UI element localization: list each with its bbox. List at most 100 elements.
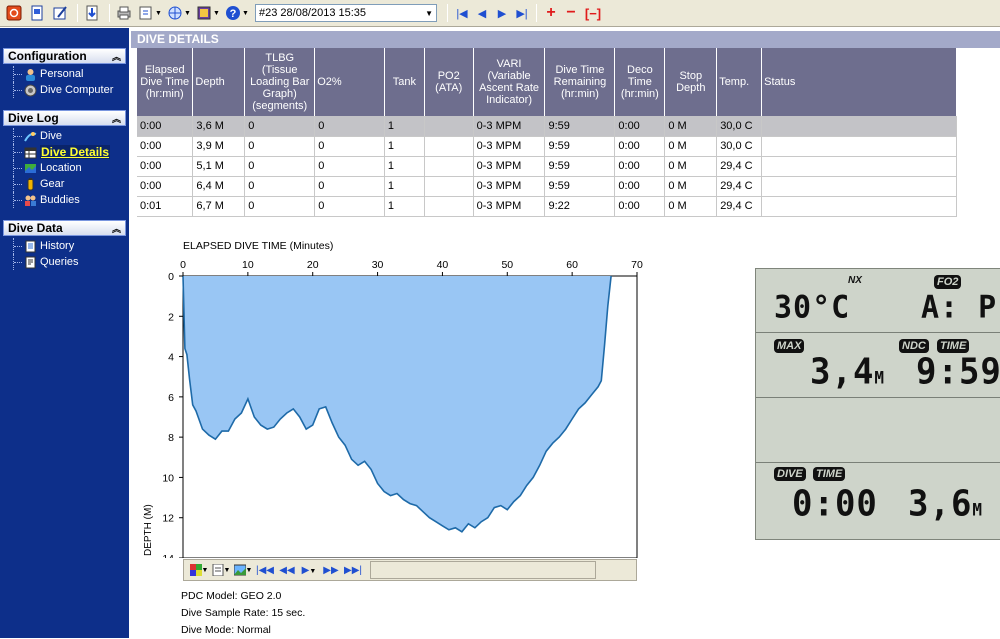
settings-icon[interactable]: ▼ xyxy=(195,3,221,23)
queries-icon xyxy=(23,256,37,269)
column-header-time-remaining[interactable]: Dive Time Remaining (hr:min) xyxy=(544,48,616,116)
y-tick-label: 12 xyxy=(162,513,174,525)
table-cell: 9:22 xyxy=(544,196,616,217)
table-cell xyxy=(761,156,957,177)
table-row[interactable]: 0:00 3,6 M 0 0 1 0-3 MPM 9:59 0:00 0 M 30,0 C xyxy=(137,116,957,137)
collapse-chevron-icon[interactable]: ︽ xyxy=(112,222,121,235)
gear-icon xyxy=(23,177,37,191)
table-row[interactable]: 0:00 5,1 M 0 0 1 0-3 MPM 9:59 0:00 0 M 29,4 C xyxy=(137,156,957,177)
dive-log-title: Dive Log xyxy=(8,111,59,125)
lcd-fo2-value: A: P xyxy=(921,289,998,326)
table-cell xyxy=(424,116,474,137)
x-tick-label: 60 xyxy=(566,259,578,271)
sidebar-item-personal[interactable]: Personal xyxy=(13,66,126,82)
dive-details-table: Elapsed Dive Time (hr:min) Depth TLBG (T… xyxy=(137,48,957,217)
help-icon[interactable]: ? ▼ xyxy=(224,3,250,23)
table-cell: 6,7 M xyxy=(192,196,246,217)
chart-export-icon[interactable]: ▼ xyxy=(210,561,232,579)
column-header-tlbg[interactable]: TLBG (Tissue Loading Bar Graph) (segment… xyxy=(244,48,316,116)
x-tick-label: 10 xyxy=(242,259,254,271)
table-cell: 0:00 xyxy=(614,196,666,217)
table-cell: 0 xyxy=(244,136,316,157)
new-icon[interactable] xyxy=(27,3,47,23)
chart-rewind-icon[interactable]: ◀◀ xyxy=(276,565,298,576)
column-header-temp[interactable]: Temp. xyxy=(716,48,763,116)
page-title: DIVE DETAILS xyxy=(131,31,1000,48)
sidebar-item-dive-details[interactable]: Dive Details xyxy=(13,144,126,160)
y-tick-label: 2 xyxy=(168,311,174,323)
dive-log-panel-header[interactable]: Dive Log ︽ xyxy=(3,110,126,126)
delete-record-button[interactable]: [−] xyxy=(581,6,605,21)
sidebar-item-gear[interactable]: Gear xyxy=(13,176,126,192)
column-header-stop-depth[interactable]: Stop Depth xyxy=(664,48,718,116)
next-record-icon[interactable]: ▶ xyxy=(492,7,512,20)
table-row[interactable]: 0:00 3,9 M 0 0 1 0-3 MPM 9:59 0:00 0 M 30,0 C xyxy=(137,136,957,157)
table-cell xyxy=(761,116,957,137)
chart-last-icon[interactable]: ▶▶| xyxy=(342,565,364,576)
table-row[interactable]: 0:00 6,4 M 0 0 1 0-3 MPM 9:59 0:00 0 M 29,4 C xyxy=(137,176,957,197)
edit-icon[interactable] xyxy=(50,3,70,23)
column-header-elapsed-time[interactable]: Elapsed Dive Time (hr:min) xyxy=(137,48,194,116)
dive-data-panel: Dive Data ︽ History Queries xyxy=(3,220,126,275)
column-header-status[interactable]: Status xyxy=(761,48,957,116)
sidebar-item-buddies[interactable]: Buddies xyxy=(13,192,126,208)
collapse-chevron-icon[interactable]: ︽ xyxy=(112,50,121,63)
table-cell: 29,4 C xyxy=(716,156,763,177)
column-header-vari[interactable]: VARI (Variable Ascent Rate Indicator) xyxy=(473,48,546,116)
first-record-icon[interactable]: |◀ xyxy=(452,7,472,20)
column-header-deco-time[interactable]: Deco Time (hr:min) xyxy=(614,48,666,116)
sidebar-item-label: Dive Computer xyxy=(40,84,114,96)
table-cell: 1 xyxy=(384,176,425,197)
lcd-max-depth-unit: M xyxy=(874,367,886,388)
lcd-divider xyxy=(756,397,1000,398)
dive-log-panel: Dive Log ︽ Dive Dive Details Location Ge… xyxy=(3,110,126,213)
previous-record-icon[interactable]: ◀ xyxy=(472,7,492,20)
sidebar-item-queries[interactable]: Queries xyxy=(13,254,126,270)
remove-record-button[interactable]: − xyxy=(561,4,581,22)
collapse-chevron-icon[interactable]: ︽ xyxy=(112,112,121,125)
dive-data-panel-header[interactable]: Dive Data ︽ xyxy=(3,220,126,236)
table-cell: 0 M xyxy=(664,176,718,197)
column-header-depth[interactable]: Depth xyxy=(192,48,246,116)
chart-play-icon[interactable]: ▶▼ xyxy=(298,565,320,576)
table-cell xyxy=(761,136,957,157)
lcd-temperature: 30°C xyxy=(774,289,851,326)
add-record-button[interactable]: + xyxy=(541,4,561,22)
sidebar-item-label: Gear xyxy=(40,178,65,190)
dive-mode-text: Dive Mode: Normal xyxy=(181,624,271,636)
lcd-divider xyxy=(756,332,1000,333)
column-header-o2[interactable]: O2% xyxy=(314,48,385,116)
download-icon[interactable] xyxy=(82,3,102,23)
table-cell: 0-3 MPM xyxy=(473,136,546,157)
dive-info: PDC Model: GEO 2.0 Dive Sample Rate: 15 … xyxy=(181,588,305,639)
table-cell: 0:00 xyxy=(614,176,666,197)
configuration-panel: Configuration ︽ Personal Dive Computer xyxy=(3,48,126,103)
table-cell: 0 M xyxy=(664,116,718,137)
configuration-panel-header[interactable]: Configuration ︽ xyxy=(3,48,126,64)
print-icon[interactable] xyxy=(114,3,134,23)
web-icon[interactable]: ▼ xyxy=(166,3,192,23)
table-cell: 9:59 xyxy=(544,176,616,197)
y-tick-label: 14 xyxy=(162,553,174,558)
table-cell: 5,1 M xyxy=(192,156,246,177)
details-table-icon xyxy=(23,146,37,159)
sidebar-item-history[interactable]: History xyxy=(13,238,126,254)
sidebar-item-dive[interactable]: Dive xyxy=(13,128,126,144)
chart-first-icon[interactable]: |◀◀ xyxy=(254,565,276,576)
table-row[interactable]: 0:01 6,7 M 0 0 1 0-3 MPM 9:22 0:00 0 M 29,4 C xyxy=(137,196,957,217)
dive-selector[interactable]: #23 28/08/2013 15:35 ▼ xyxy=(255,4,437,22)
chart-color-icon[interactable]: ▼ xyxy=(188,561,210,579)
dive-computer-icon xyxy=(23,84,37,97)
chart-image-icon[interactable]: ▼ xyxy=(232,561,254,579)
chart-forward-icon[interactable]: ▶▶ xyxy=(320,565,342,576)
sidebar-item-location[interactable]: Location xyxy=(13,160,126,176)
table-cell: 0 M xyxy=(664,156,718,177)
export-icon[interactable]: ▼ xyxy=(137,3,163,23)
exit-icon[interactable] xyxy=(4,3,24,23)
lcd-current-depth-value: 3,6 xyxy=(908,482,973,525)
last-record-icon[interactable]: ▶| xyxy=(512,7,532,20)
sidebar-item-dive-computer[interactable]: Dive Computer xyxy=(13,82,126,98)
lcd-max-depth-value: 3,4 xyxy=(810,350,875,393)
column-header-po2[interactable]: PO2 (ATA) xyxy=(424,48,474,116)
column-header-tank[interactable]: Tank xyxy=(384,48,425,116)
